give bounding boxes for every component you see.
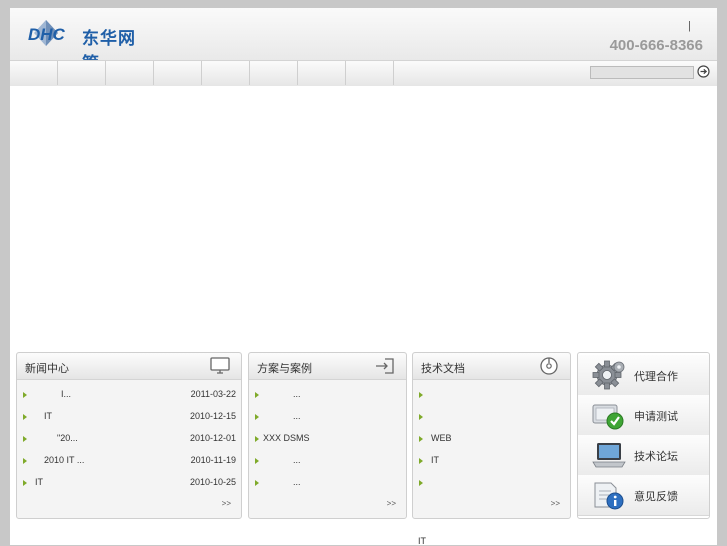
- dhc-logo[interactable]: DHC 东华网管: [26, 16, 152, 74]
- info-feedback-icon: [594, 482, 624, 510]
- item-title: IT: [35, 477, 43, 487]
- header: DHC 东华网管 | 400-666-8366: [10, 8, 717, 74]
- list-item[interactable]: XXX DSMS: [249, 432, 406, 446]
- list-item[interactable]: WEB: [413, 432, 570, 446]
- quick-link-feedback[interactable]: 意见反馈: [578, 475, 709, 516]
- svg-text:DHC: DHC: [28, 25, 66, 44]
- bullet-icon: [23, 458, 27, 464]
- nav-item-7[interactable]: [298, 61, 346, 85]
- hotline-number: 400-666-8366: [609, 37, 703, 54]
- item-date: 2010-11-19: [190, 455, 236, 465]
- search-go-icon[interactable]: [697, 65, 710, 78]
- item-title: IT: [431, 455, 439, 465]
- news-panel-title: 新闻中心: [25, 363, 69, 375]
- solutions-panel: 方案与案例 ... ... XXX DSMS ... ... >>: [248, 352, 407, 519]
- quick-links-panel: 代理合作 申请测试 技术论坛 意见反馈: [577, 352, 710, 519]
- quick-link-label: 技术论坛: [634, 451, 678, 463]
- list-item[interactable]: IT 2010-10-25: [17, 476, 241, 490]
- item-title: ...: [293, 411, 301, 421]
- docs-panel-title: 技术文档: [421, 363, 465, 375]
- docs-panel-header: 技术文档: [413, 353, 570, 380]
- news-panel-header: 新闻中心: [17, 353, 241, 380]
- search-input[interactable]: [590, 66, 694, 79]
- docs-list: WEB IT: [413, 380, 570, 518]
- news-more-link[interactable]: >>: [222, 499, 231, 508]
- item-title: XXX DSMS: [263, 433, 310, 443]
- solutions-list: ... ... XXX DSMS ... ...: [249, 380, 406, 518]
- bullet-icon: [255, 436, 259, 442]
- quick-link-forum[interactable]: 技术论坛: [578, 435, 709, 476]
- dhc-logo-mark: DHC: [28, 20, 66, 46]
- bullet-icon: [255, 414, 259, 420]
- main-nav: [10, 60, 717, 87]
- laptop-icon: [592, 443, 626, 468]
- nav-item-6[interactable]: [250, 61, 298, 85]
- bullet-icon: [255, 480, 259, 486]
- nav-item-5[interactable]: [202, 61, 250, 85]
- list-item[interactable]: 2010 IT ... 2010-11-19: [17, 454, 241, 468]
- list-item[interactable]: [413, 388, 570, 402]
- header-separator: |: [688, 20, 691, 32]
- quick-link-label: 代理合作: [634, 371, 678, 383]
- nav-item-1[interactable]: [10, 61, 58, 85]
- list-item[interactable]: ...: [249, 388, 406, 402]
- news-list: I... 2011-03-22 IT 2010-12-15 "20... 2010-1…: [17, 380, 241, 518]
- bullet-icon: [419, 414, 423, 420]
- solutions-panel-title: 方案与案例: [257, 363, 312, 375]
- list-item[interactable]: IT: [413, 454, 570, 468]
- import-icon: [376, 358, 394, 374]
- item-title: IT: [44, 411, 52, 421]
- bullet-icon: [23, 480, 27, 486]
- list-item[interactable]: ...: [249, 454, 406, 468]
- item-title: WEB: [431, 433, 452, 443]
- bullet-icon: [23, 436, 27, 442]
- item-title: 2010 IT ...: [44, 455, 85, 465]
- list-item[interactable]: ...: [249, 476, 406, 490]
- gear-icon: [592, 360, 625, 390]
- quick-link-label: 申请测试: [634, 411, 678, 423]
- bullet-icon: [419, 436, 423, 442]
- item-date: 2010-10-25: [189, 477, 236, 487]
- quick-link-label: 意见反馈: [634, 491, 678, 503]
- check-box-icon: [592, 404, 624, 430]
- bullet-icon: [419, 392, 423, 398]
- item-date: 2010-12-01: [189, 433, 236, 443]
- bullet-icon: [419, 458, 423, 464]
- bullet-icon: [419, 480, 423, 486]
- disc-icon: [540, 357, 558, 375]
- bullet-icon: [255, 458, 259, 464]
- quick-link-apply-test[interactable]: 申请测试: [578, 395, 709, 436]
- item-date: 2010-12-15: [189, 411, 236, 421]
- item-title: "20...: [57, 433, 78, 443]
- solutions-more-link[interactable]: >>: [387, 499, 396, 508]
- item-title: ...: [293, 389, 301, 399]
- nav-item-2[interactable]: [58, 61, 106, 85]
- page: DHC 东华网管 | 400-666-8366 新闻中心: [10, 8, 717, 546]
- bullet-icon: [255, 392, 259, 398]
- docs-more-link[interactable]: >>: [551, 499, 560, 508]
- solutions-panel-header: 方案与案例: [249, 353, 406, 380]
- list-item[interactable]: [413, 410, 570, 424]
- list-item[interactable]: [413, 476, 570, 490]
- quick-link-partner[interactable]: 代理合作: [578, 355, 709, 396]
- item-date: 2011-03-22: [190, 389, 236, 399]
- docs-panel: 技术文档 WEB IT >>: [412, 352, 571, 519]
- news-panel: 新闻中心 I... 2011-03-22 IT 2010-12-15 "20... 2…: [16, 352, 242, 519]
- item-title: ...: [293, 477, 301, 487]
- bullet-icon: [23, 392, 27, 398]
- list-item[interactable]: IT 2010-12-15: [17, 410, 241, 424]
- item-title: ...: [293, 455, 301, 465]
- nav-item-8[interactable]: [346, 61, 394, 85]
- nav-item-3[interactable]: [106, 61, 154, 85]
- banner-area: [10, 86, 717, 348]
- nav-item-4[interactable]: [154, 61, 202, 85]
- bullet-icon: [23, 414, 27, 420]
- list-item[interactable]: "20... 2010-12-01: [17, 432, 241, 446]
- item-title: I...: [61, 389, 72, 399]
- monitor-icon: [210, 357, 230, 374]
- list-item[interactable]: ...: [249, 410, 406, 424]
- list-item[interactable]: I... 2011-03-22: [17, 388, 241, 402]
